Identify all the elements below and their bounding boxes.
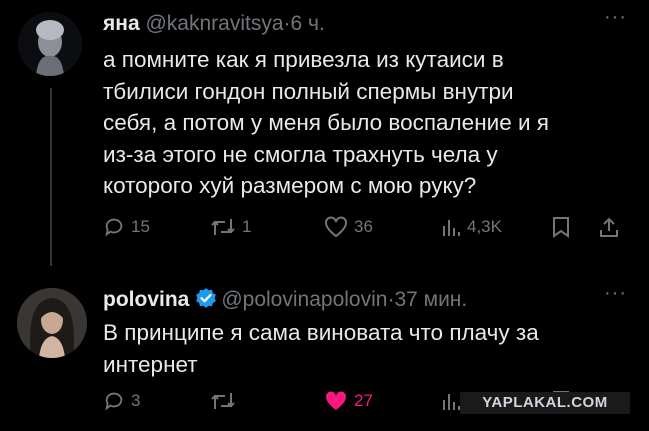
thread-line [50,88,52,266]
reply-button[interactable]: 15 [103,216,150,238]
heart-icon [325,216,347,238]
tweet-text-line: из-за этого не смогла трахнуть чела у [103,141,498,167]
user-handle[interactable]: @kaknravitsya [145,12,283,35]
action-bar: 15 1 36 4,3K [100,216,630,246]
like-button[interactable]: 36 [324,216,373,238]
timestamp[interactable]: 6 ч. [291,12,325,35]
tweet-text-line: которого хуй размером с мою руку? [103,173,477,198]
display-name[interactable]: polovina [103,288,189,311]
more-options-icon[interactable]: ··· [604,282,627,305]
like-button[interactable]: 27 [324,390,373,412]
analytics-icon [443,394,460,410]
tweet-text-line: В принципе я сама виновата что плачу за [103,320,539,345]
retweet-button[interactable]: 1 [210,216,251,238]
tweet-text: а помните как я привезла из кутаиси в тб… [103,44,623,202]
separator-dot: · [283,12,291,35]
tweet-1[interactable]: яна @kaknravitsya·6 ч. ··· а помните как… [0,0,649,266]
retweet-count: 1 [242,217,252,236]
tweet-header: яна @kaknravitsya·6 ч. [103,12,325,36]
tweet-text-line: себя, а потом у меня было воспаление и я [103,110,549,135]
avatar[interactable] [18,12,82,76]
bookmark-icon [553,217,569,238]
analytics-icon [443,220,460,236]
reply-count: 15 [131,217,150,236]
retweet-button[interactable] [210,390,242,412]
reply-icon [105,218,123,237]
tweet-header: polovina @polovinapolovin·37 мин. [103,287,467,315]
view-count: 4,3K [467,217,502,236]
timestamp[interactable]: 37 мин. [394,288,467,311]
share-button[interactable] [598,216,620,238]
like-count: 27 [354,391,373,410]
reply-count: 3 [131,391,141,410]
share-icon [600,217,618,237]
tweet-text-line: а помните как я привезла из кутаиси в [103,47,504,72]
tweet-text-line: интернет [103,351,198,377]
heart-filled-icon [325,391,347,410]
verified-badge-icon [195,287,217,315]
avatar[interactable] [17,288,87,358]
views-button[interactable]: 4,3K [441,216,502,238]
tweet-text: В принципе я сама виновата что плачу за … [103,317,623,380]
tweet-text-line: тбилиси гондон полный спермы внутри [103,78,514,104]
more-options-icon[interactable]: ··· [604,6,627,29]
display-name[interactable]: яна [103,12,140,35]
retweet-icon [211,219,235,235]
like-count: 36 [354,217,373,236]
reply-icon [105,392,123,411]
user-handle[interactable]: @polovinapolovin [221,288,387,311]
retweet-icon [211,393,235,409]
reply-button[interactable]: 3 [103,390,140,412]
watermark: YAPLAKAL.COM [460,392,630,414]
bookmark-button[interactable] [552,216,570,238]
